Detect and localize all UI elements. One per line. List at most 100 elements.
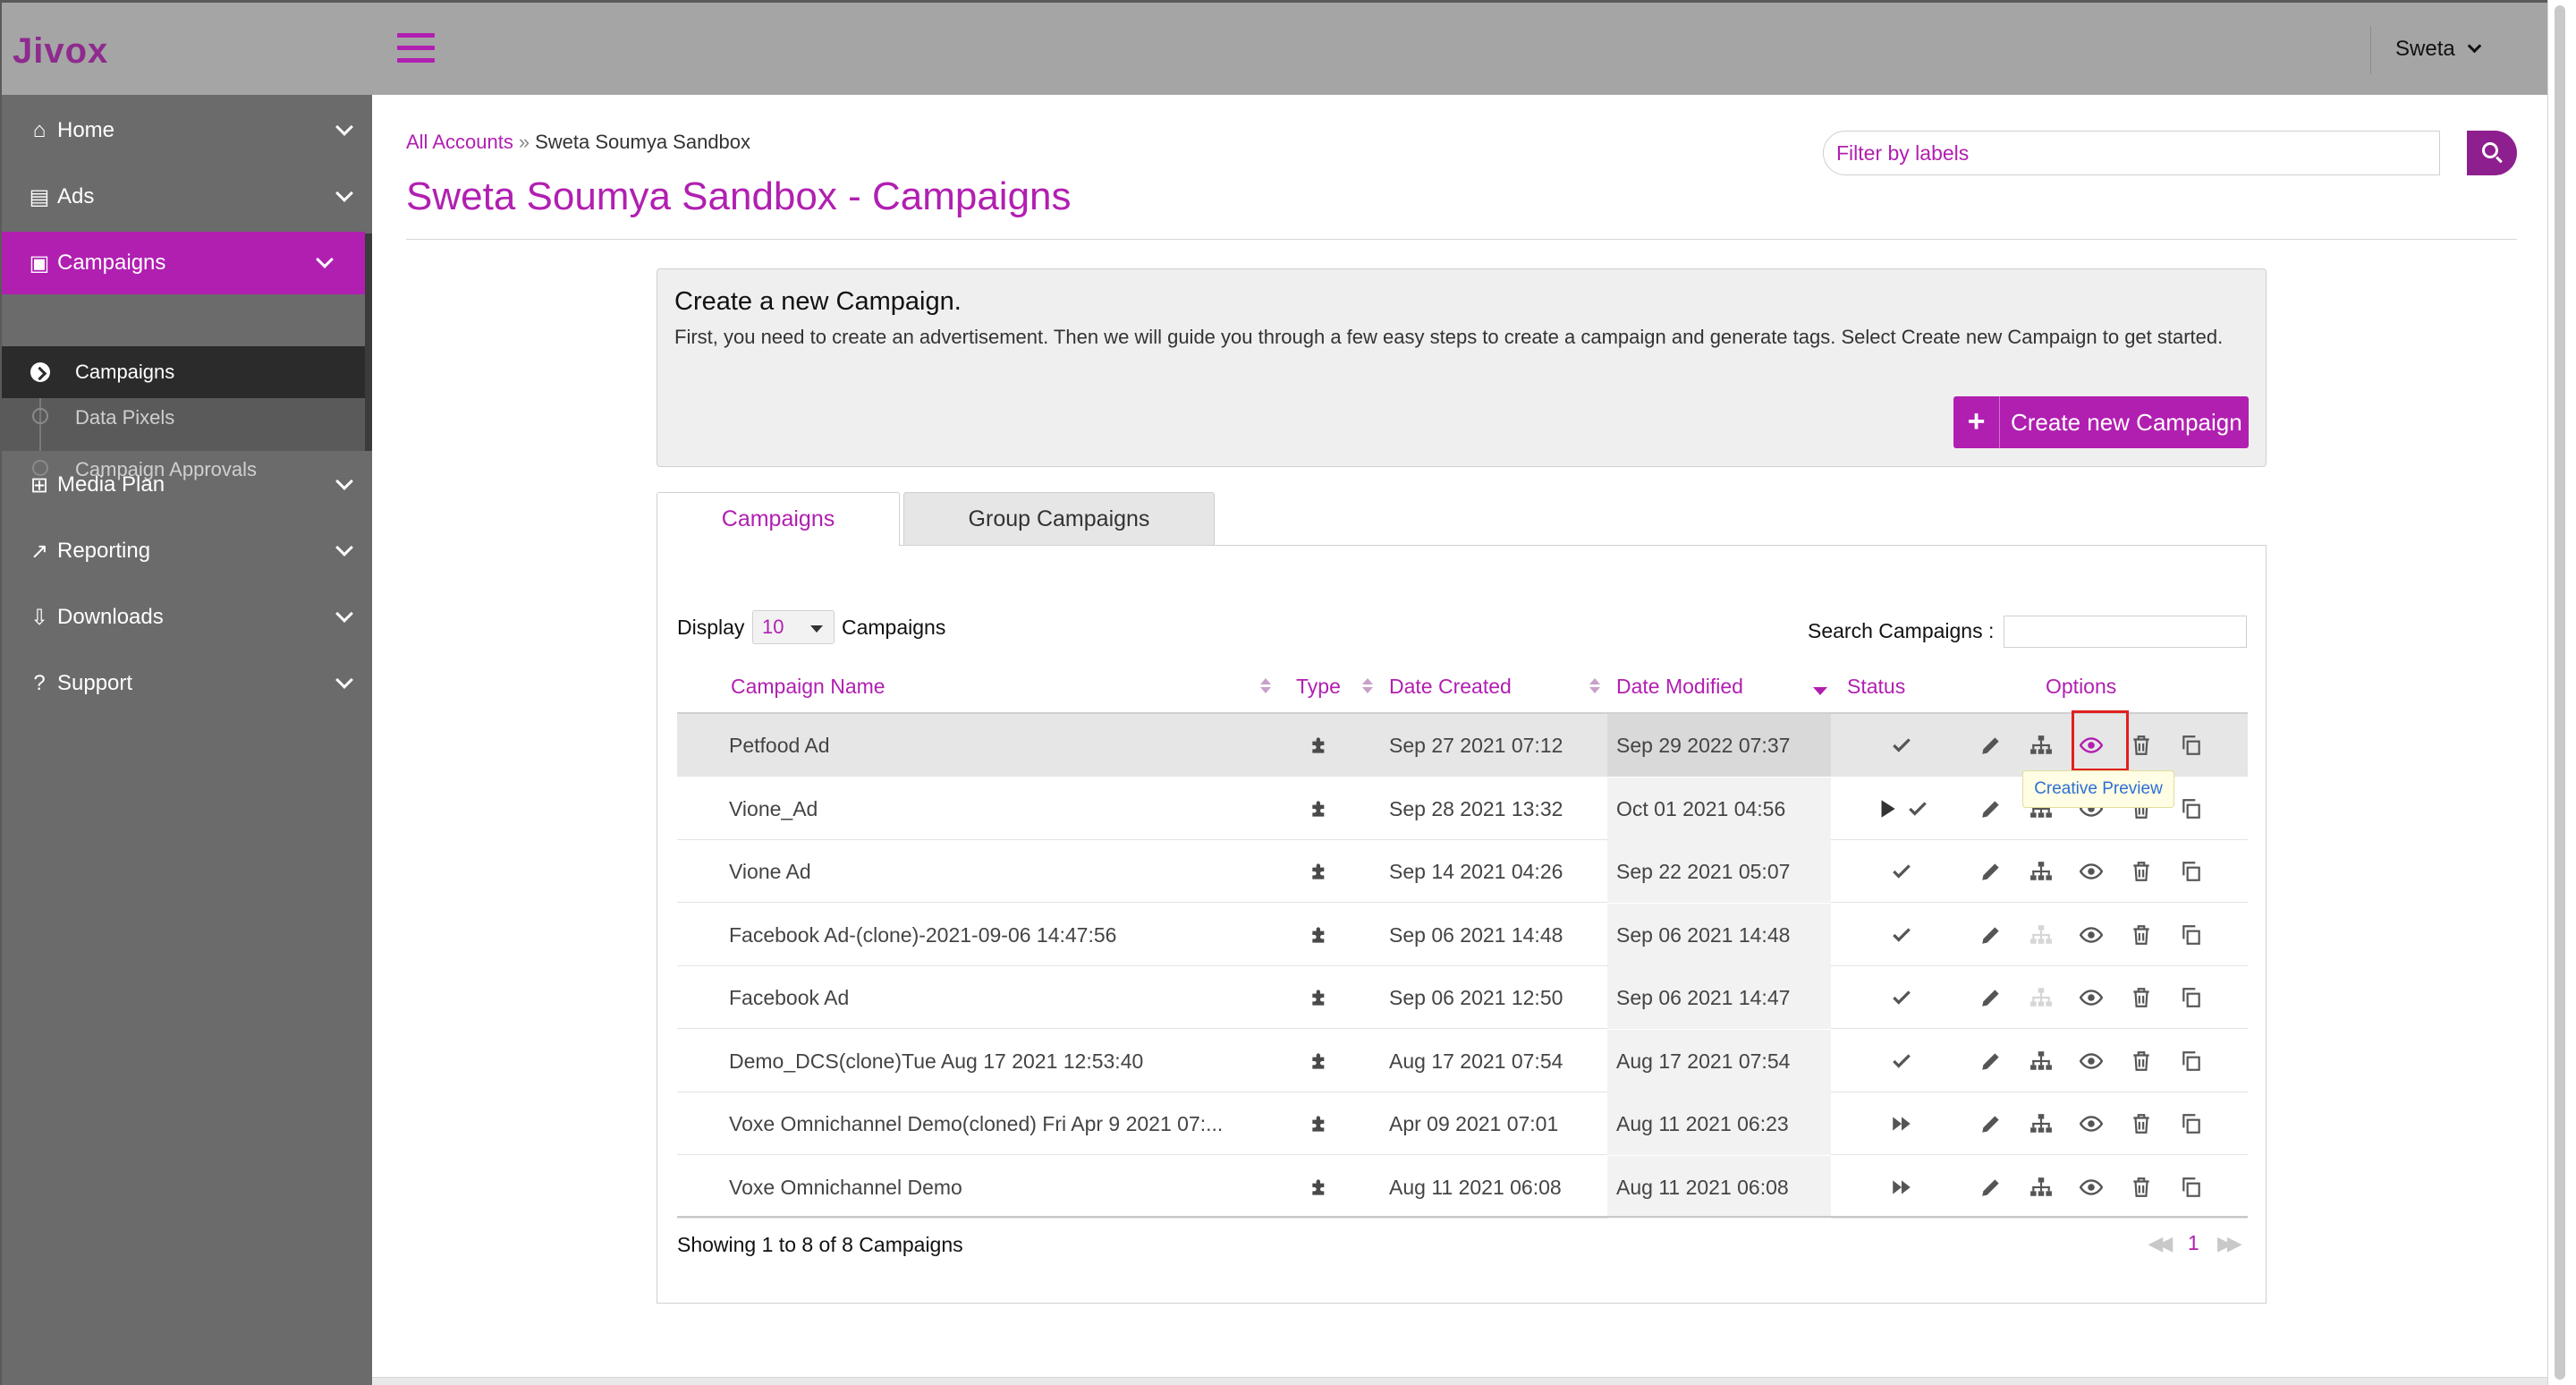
puzzle-piece-icon <box>1309 1049 1332 1073</box>
sidebar-item-media-plan[interactable]: ⊞ Media Plan <box>2 454 372 516</box>
tab-group-campaigns[interactable]: Group Campaigns <box>903 492 1215 546</box>
eye-icon[interactable] <box>2080 986 2103 1009</box>
campaign-name[interactable]: Facebook Ad-(clone)-2021-09-06 14:47:56 <box>729 904 1266 966</box>
trash-icon[interactable] <box>2130 734 2153 757</box>
jivox-logo[interactable]: Jivox <box>13 31 108 72</box>
sidebar-item-home[interactable]: ⌂ Home <box>2 99 372 162</box>
hamburger-menu-icon[interactable] <box>397 33 435 64</box>
trash-icon[interactable] <box>2130 1176 2153 1199</box>
column-header-date-created[interactable]: Date Created <box>1389 660 1512 712</box>
copy-icon[interactable] <box>2180 986 2203 1009</box>
campaign-name[interactable]: Petfood Ad <box>729 714 1266 777</box>
sidebar-item-downloads[interactable]: ⇩ Downloads <box>2 586 372 649</box>
breadcrumb-separator: » <box>518 131 530 153</box>
puzzle-piece-icon <box>1309 797 1332 820</box>
sitemap-icon <box>2029 986 2053 1009</box>
page-size-select[interactable]: 10 <box>752 610 835 644</box>
check-icon <box>1890 1049 1913 1073</box>
submenu-item-campaigns[interactable]: Campaigns <box>2 346 365 398</box>
scrollbar-thumb[interactable] <box>2555 5 2565 1380</box>
trash-icon[interactable] <box>2130 860 2153 883</box>
trash-icon[interactable] <box>2130 1049 2153 1073</box>
trash-icon[interactable] <box>2130 986 2153 1009</box>
table-row[interactable]: Voxe Omnichannel Demo(cloned) Fri Apr 9 … <box>677 1092 2248 1155</box>
home-icon: ⌂ <box>32 118 47 142</box>
search-campaigns-input[interactable] <box>2004 616 2247 648</box>
create-new-campaign-button[interactable]: + Create new Campaign <box>1953 396 2249 448</box>
campaign-name[interactable]: Vione_Ad <box>729 777 1266 840</box>
table-row[interactable]: Vione_Ad Sep 28 2021 13:32 Oct 01 2021 04:… <box>677 777 2248 840</box>
previous-page-icon[interactable]: ◀◀ <box>2148 1232 2173 1255</box>
date-created: Sep 28 2021 13:32 <box>1389 796 1563 820</box>
sidebar-item-support[interactable]: ? Support <box>2 652 372 715</box>
copy-icon[interactable] <box>2180 1176 2203 1199</box>
copy-icon[interactable] <box>2180 797 2203 820</box>
campaign-name[interactable]: Voxe Omnichannel Demo <box>729 1156 1266 1219</box>
sort-descending-icon[interactable] <box>1813 687 1827 695</box>
copy-icon[interactable] <box>2180 923 2203 947</box>
chevron-down-icon <box>335 539 353 557</box>
create-campaign-title: Create a new Campaign. <box>674 287 962 316</box>
trash-icon[interactable] <box>2130 1112 2153 1135</box>
page-size-value: 10 <box>762 616 784 638</box>
pencil-icon[interactable] <box>1979 923 2003 947</box>
trash-icon[interactable] <box>2130 923 2153 947</box>
chevron-down-icon <box>335 671 353 689</box>
table-row[interactable]: Facebook Ad Sep 06 2021 12:50 Sep 06 2021 … <box>677 966 2248 1029</box>
tab-campaigns[interactable]: Campaigns <box>657 492 900 546</box>
column-header-options: Options <box>2046 675 2117 698</box>
pencil-icon[interactable] <box>1979 734 2003 757</box>
copy-icon[interactable] <box>2180 860 2203 883</box>
page-number[interactable]: 1 <box>2188 1231 2199 1254</box>
column-header-campaign-name[interactable]: Campaign Name <box>731 660 886 712</box>
eye-icon[interactable] <box>2080 1049 2103 1073</box>
sitemap-icon[interactable] <box>2029 1176 2053 1199</box>
copy-icon[interactable] <box>2180 1112 2203 1135</box>
submenu-item-data-pixels[interactable]: Data Pixels <box>75 406 174 429</box>
column-header-date-modified[interactable]: Date Modified <box>1616 660 1743 712</box>
sidebar: Jivox ⌂ Home ▤ Ads ▣ Campaigns Campaigns… <box>2 3 372 1385</box>
chevron-down-icon <box>316 251 334 268</box>
pencil-icon[interactable] <box>1979 1176 2003 1199</box>
page-title: Sweta Soumya Sandbox - Campaigns <box>406 174 1072 218</box>
filter-labels-input[interactable] <box>1823 131 2440 175</box>
sitemap-icon[interactable] <box>2029 1049 2053 1073</box>
pencil-icon[interactable] <box>1979 860 2003 883</box>
user-menu[interactable]: Sweta <box>2395 37 2481 62</box>
table-row[interactable]: Facebook Ad-(clone)-2021-09-06 14:47:56 S… <box>677 903 2248 966</box>
campaign-name[interactable]: Voxe Omnichannel Demo(cloned) Fri Apr 9 … <box>729 1092 1266 1155</box>
table-row[interactable]: Petfood Ad Sep 27 2021 07:12 Sep 29 2022 0… <box>677 714 2248 777</box>
table-row[interactable]: Voxe Omnichannel Demo Aug 11 2021 06:08 Au… <box>677 1155 2248 1219</box>
copy-icon[interactable] <box>2180 1049 2203 1073</box>
sidebar-item-reporting[interactable]: ↗ Reporting <box>2 520 372 582</box>
eye-icon[interactable] <box>2080 860 2103 883</box>
search-button[interactable] <box>2467 131 2517 175</box>
sidebar-item-ads[interactable]: ▤ Ads <box>2 166 372 228</box>
pencil-icon[interactable] <box>1979 986 2003 1009</box>
campaign-name[interactable]: Vione Ad <box>729 840 1266 903</box>
column-header-status[interactable]: Status <box>1847 660 1905 712</box>
check-icon <box>1890 860 1913 883</box>
pencil-icon[interactable] <box>1979 1112 2003 1135</box>
sitemap-icon[interactable] <box>2029 860 2053 883</box>
table-row[interactable]: Vione Ad Sep 14 2021 04:26 Sep 22 2021 05:… <box>677 840 2248 903</box>
campaign-name[interactable]: Facebook Ad <box>729 966 1266 1029</box>
sitemap-icon[interactable] <box>2029 1112 2053 1135</box>
divider <box>406 239 2517 240</box>
eye-icon[interactable] <box>2080 1112 2103 1135</box>
copy-icon[interactable] <box>2180 734 2203 757</box>
table-row[interactable]: Demo_DCS(clone)Tue Aug 17 2021 12:53:40 A… <box>677 1029 2248 1092</box>
sidebar-item-campaigns[interactable]: ▣ Campaigns <box>2 232 365 294</box>
divider <box>2370 26 2371 74</box>
next-page-icon[interactable]: ▶▶ <box>2217 1232 2242 1255</box>
pencil-icon[interactable] <box>1979 1049 2003 1073</box>
campaign-name[interactable]: Demo_DCS(clone)Tue Aug 17 2021 12:53:40 <box>729 1030 1266 1092</box>
breadcrumb-all-accounts[interactable]: All Accounts <box>406 131 513 153</box>
column-header-type[interactable]: Type <box>1296 660 1341 712</box>
eye-icon[interactable] <box>2080 1176 2103 1199</box>
pencil-icon[interactable] <box>1979 797 2003 820</box>
sitemap-icon: ⊞ <box>30 472 49 497</box>
status-icons <box>1890 1156 1979 1219</box>
eye-icon[interactable] <box>2080 923 2103 947</box>
sitemap-icon[interactable] <box>2029 734 2053 757</box>
